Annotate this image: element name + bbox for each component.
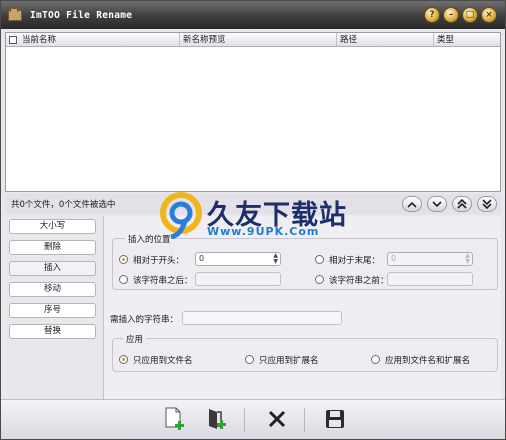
after-string-label: 该字符串之后：	[133, 276, 193, 286]
insert-string-input[interactable]	[182, 311, 342, 325]
operation-tabs: 大小写 删除 插入 移动 序号 替换	[5, 216, 103, 399]
help-button[interactable]: ?	[424, 7, 440, 23]
window-controls: ? – □ ×	[424, 7, 497, 23]
insert-string-label: 需插入的字符串：	[110, 315, 179, 325]
from-start-value: 0	[199, 254, 205, 263]
watermark: 久友下载站 Www.9UPK.Com	[159, 191, 369, 243]
column-new-name-preview[interactable]: 新名称预览	[180, 33, 337, 47]
tab-move[interactable]: 移动	[9, 282, 96, 297]
delete-icon	[268, 410, 286, 428]
move-bottom-button[interactable]	[477, 196, 497, 212]
close-button[interactable]: ×	[481, 7, 497, 23]
minimize-button[interactable]: –	[443, 7, 459, 23]
title-bar: ImTOO File Rename ? – □ ×	[1, 1, 505, 29]
toolbar-separator	[244, 408, 245, 432]
tab-case[interactable]: 大小写	[9, 219, 96, 234]
bottom-toolbar	[1, 399, 505, 439]
watermark-logo-icon	[160, 192, 202, 239]
before-string-radio[interactable]	[315, 275, 324, 284]
file-list[interactable]: 当前名称 新名称预览 路径 类型	[5, 32, 501, 192]
add-files-button[interactable]	[163, 406, 187, 432]
from-end-label: 相对于末尾：	[329, 256, 381, 266]
file-count-status: 共0个文件，0个文件被选中	[11, 200, 116, 210]
add-folder-icon	[209, 409, 226, 429]
after-string-input[interactable]	[195, 272, 281, 286]
move-up-button[interactable]	[402, 196, 422, 212]
apply-both-label: 应用到文件名和扩展名	[385, 356, 471, 366]
from-end-stepper[interactable]: 0 ▲ ▼	[387, 252, 473, 266]
after-string-radio[interactable]	[119, 275, 128, 284]
from-end-radio[interactable]	[315, 255, 324, 264]
toolbar-separator	[304, 408, 305, 432]
tab-sequence[interactable]: 序号	[9, 303, 96, 318]
select-all-checkbox[interactable]	[9, 36, 17, 44]
stepper-arrows-icon: ▲ ▼	[465, 252, 470, 265]
apply-filename-label: 只应用到文件名	[133, 356, 193, 366]
double-chevron-down-icon	[482, 199, 492, 209]
maximize-button[interactable]: □	[462, 7, 478, 23]
add-file-icon	[165, 407, 184, 430]
move-top-button[interactable]	[452, 196, 472, 212]
window-title: ImTOO File Rename	[30, 9, 133, 21]
column-type[interactable]: 类型	[434, 33, 501, 47]
apply-both-radio[interactable]	[371, 355, 380, 364]
apply-group: 应用 只应用到文件名 只应用到扩展名 应用到文件名和扩展名	[112, 333, 498, 372]
remove-button[interactable]	[265, 406, 289, 432]
chevron-down-icon	[432, 200, 442, 207]
tab-replace[interactable]: 替换	[9, 324, 96, 339]
from-start-label: 相对于开头：	[133, 256, 185, 266]
apply-extension-label: 只应用到扩展名	[259, 356, 319, 366]
from-end-value: 0	[391, 254, 397, 263]
column-current-name[interactable]: 当前名称	[19, 33, 180, 47]
sort-buttons	[402, 196, 497, 212]
file-list-header: 当前名称 新名称预览 路径 类型	[6, 33, 500, 47]
column-path[interactable]: 路径	[337, 33, 434, 47]
apply-label: 应用	[123, 333, 147, 345]
apply-extension-radio[interactable]	[245, 355, 254, 364]
insert-panel: 插入的位置 相对于开头： 0 ▲ ▼ 相对于末尾： 0 ▲ ▼ 该字符串之后： 该字…	[103, 216, 501, 399]
tab-insert[interactable]: 插入	[9, 261, 96, 276]
before-string-input[interactable]	[387, 272, 473, 286]
double-chevron-up-icon	[457, 199, 467, 209]
insert-position-group: 插入的位置 相对于开头： 0 ▲ ▼ 相对于末尾： 0 ▲ ▼ 该字符串之后： 该字…	[112, 233, 498, 290]
before-string-label: 该字符串之前：	[329, 276, 389, 286]
save-button[interactable]	[323, 406, 347, 432]
stepper-arrows-icon: ▲ ▼	[273, 252, 278, 265]
app-window: ImTOO File Rename ? – □ × 当前名称 新名称预览 路径 …	[0, 0, 506, 440]
chevron-up-icon	[407, 201, 417, 208]
from-start-stepper[interactable]: 0 ▲ ▼	[195, 252, 281, 266]
move-down-button[interactable]	[427, 196, 447, 212]
tab-delete[interactable]: 删除	[9, 240, 96, 255]
watermark-url: Www.9UPK.Com	[207, 225, 320, 238]
folder-app-icon	[8, 7, 22, 21]
apply-filename-radio[interactable]	[119, 355, 128, 364]
save-icon	[326, 410, 344, 428]
from-start-radio[interactable]	[119, 255, 128, 264]
add-folder-button[interactable]	[205, 406, 229, 432]
